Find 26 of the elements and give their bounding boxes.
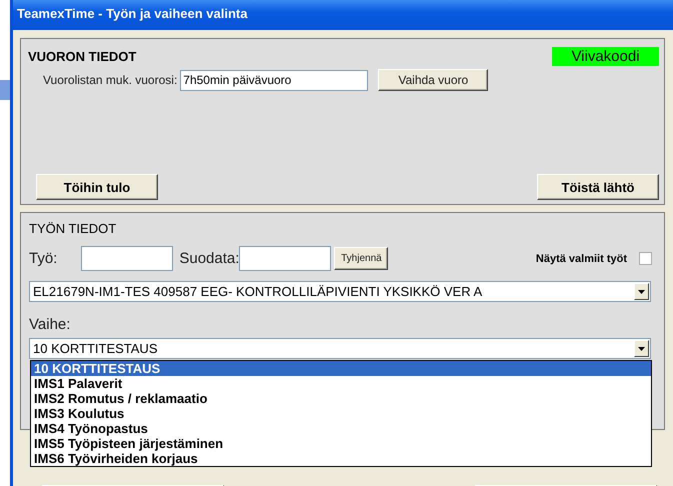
- job-dropdown[interactable]: EL21679N-IM1-TES 409587 EEG- KONTROLLILÄPIVIENTI YKSIKKÖ VER A: [29, 281, 651, 302]
- action-button[interactable]: Töistä lähtö: [537, 174, 659, 200]
- dropdown-option[interactable]: IMS4 Työnopastus: [31, 421, 651, 436]
- action-button[interactable]: Töihin tulo: [36, 174, 158, 200]
- dropdown-option[interactable]: IMS2 Romutus / reklamaatio: [31, 391, 651, 406]
- phase-dropdown[interactable]: 10 KORTTITESTAUS: [29, 338, 651, 359]
- checkbox[interactable]: [639, 252, 652, 265]
- clear-button[interactable]: Tyhjennä: [334, 247, 388, 270]
- section-heading: VUORON TIEDOT: [28, 49, 136, 64]
- barcode-indicator: Viivakoodi: [552, 47, 659, 66]
- dropdown-option[interactable]: IMS3 Koulutus: [31, 406, 651, 421]
- field-label: Vaihe:: [29, 316, 72, 333]
- section-heading: TYÖN TIEDOT: [29, 221, 118, 236]
- dropdown-option[interactable]: IMS1 Palaverit: [31, 376, 651, 391]
- field-label: Suodata:: [179, 250, 240, 267]
- shift-field[interactable]: 7h50min päivävuoro: [180, 70, 368, 90]
- field-label: Työ:: [29, 250, 58, 267]
- dropdown-option[interactable]: IMS6 Työvirheiden korjaus: [31, 451, 651, 466]
- checkbox-label: Näytä valmiit työt: [536, 252, 627, 264]
- field-label: Vuorolistan muk. vuorosi:: [43, 73, 178, 87]
- dropdown-option[interactable]: 10 KORTTITESTAUS: [31, 361, 651, 376]
- filter-field[interactable]: [239, 246, 332, 271]
- dropdown-option[interactable]: IMS5 Työpisteen järjestäminen: [31, 436, 651, 451]
- change-shift-button[interactable]: Vaihda vuoro: [378, 69, 488, 91]
- window-title: TeamexTime - Työn ja vaiheen valinta: [13, 0, 673, 30]
- work-field[interactable]: [81, 246, 174, 271]
